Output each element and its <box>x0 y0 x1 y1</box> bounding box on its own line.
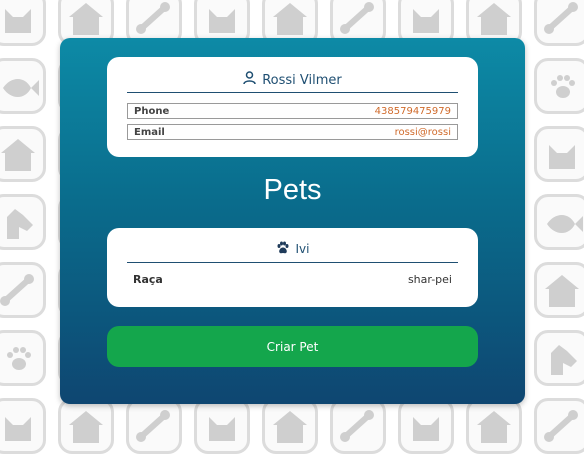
user-icon <box>243 71 256 89</box>
email-row: Email rossi@rossi <box>127 124 458 140</box>
doghouse-icon <box>534 262 584 318</box>
cat-icon <box>534 126 584 182</box>
pet-name-header: Ivi <box>127 236 458 263</box>
pet-breed-value: shar-pei <box>407 273 452 286</box>
phone-label: Phone <box>134 105 170 117</box>
create-pet-button[interactable]: Criar Pet <box>107 326 478 367</box>
bone-icon <box>126 398 182 454</box>
cat-icon <box>398 398 454 454</box>
doghouse-icon <box>262 398 318 454</box>
email-value: rossi@rossi <box>394 126 451 138</box>
pet-name: Ivi <box>295 242 310 256</box>
paw-icon <box>0 330 46 386</box>
fish-icon <box>0 58 46 114</box>
pet-card[interactable]: Ivi Raça shar-pei <box>107 228 478 307</box>
doghouse-icon <box>466 398 522 454</box>
bone-icon <box>534 398 584 454</box>
cat-icon <box>0 0 46 46</box>
paw-icon <box>534 58 584 114</box>
paw-icon <box>276 241 290 258</box>
pets-section-title: Pets <box>263 174 322 206</box>
fish-icon <box>534 194 584 250</box>
dog-icon <box>0 194 46 250</box>
bone-icon <box>534 0 584 46</box>
doghouse-icon <box>0 126 46 182</box>
dog-icon <box>534 330 584 386</box>
bone-icon <box>330 398 386 454</box>
owner-name-header: Rossi Vilmer <box>127 68 458 93</box>
owner-name: Rossi Vilmer <box>262 72 342 88</box>
email-label: Email <box>134 126 165 138</box>
pet-breed-row: Raça shar-pei <box>133 273 452 286</box>
cat-icon <box>194 398 250 454</box>
cat-icon <box>0 398 46 454</box>
doghouse-icon <box>58 398 114 454</box>
phone-row: Phone 438579475979 <box>127 103 458 119</box>
owner-card: Rossi Vilmer Phone 438579475979 Email ro… <box>107 57 478 157</box>
pet-breed-label: Raça <box>133 273 163 286</box>
phone-value: 438579475979 <box>374 105 451 117</box>
bone-icon <box>0 262 46 318</box>
